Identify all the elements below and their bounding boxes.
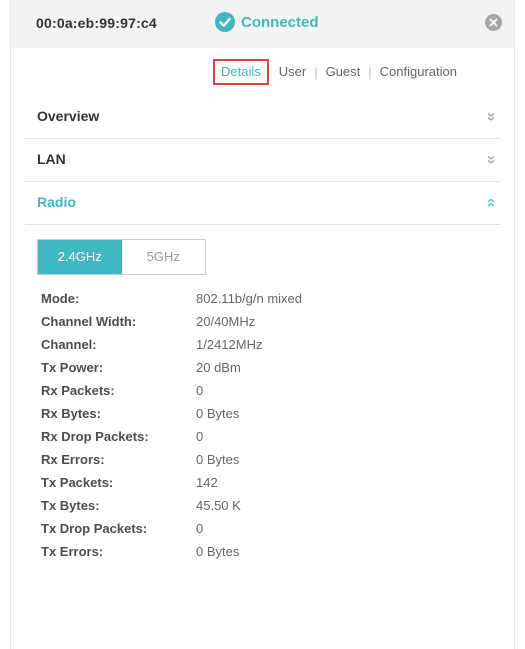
stat-label: Tx Packets: bbox=[41, 475, 114, 490]
stat-row: Tx Bytes: 45.50 K bbox=[41, 494, 302, 517]
radio-stats: Mode: 802.11b/g/n mixed Channel Width: 2… bbox=[41, 287, 302, 563]
stat-value: 0 bbox=[196, 383, 204, 398]
stat-row: Rx Errors: 0 Bytes bbox=[41, 448, 302, 471]
detail-tabs: Details User | Guest | Configuration bbox=[213, 59, 463, 85]
stat-value: 0 bbox=[196, 429, 204, 444]
double-chevron-up-icon bbox=[487, 198, 495, 207]
section-title-radio: Radio bbox=[37, 194, 76, 210]
stat-row: Tx Errors: 0 Bytes bbox=[41, 540, 302, 563]
band-5ghz-button[interactable]: 5GHz bbox=[121, 240, 205, 274]
close-icon[interactable] bbox=[485, 14, 502, 31]
mac-address: 00:0a:eb:99:97:c4 bbox=[36, 15, 157, 31]
section-title-overview: Overview bbox=[37, 108, 100, 124]
stat-value: 0 Bytes bbox=[196, 544, 240, 559]
stat-label: Channel Width: bbox=[41, 314, 137, 329]
stat-value: 0 bbox=[196, 521, 204, 536]
stat-label: Tx Power: bbox=[41, 360, 104, 375]
band-2-4ghz-button[interactable]: 2.4GHz bbox=[38, 240, 122, 274]
stat-value: 0 Bytes bbox=[196, 452, 240, 467]
status-label: Connected bbox=[241, 13, 319, 31]
tab-configuration[interactable]: Configuration bbox=[374, 61, 463, 83]
stat-label: Rx Packets: bbox=[41, 383, 115, 398]
tab-details[interactable]: Details bbox=[213, 59, 269, 85]
stat-label: Rx Drop Packets: bbox=[41, 429, 149, 444]
tab-separator: | bbox=[368, 64, 372, 80]
stat-label: Tx Errors: bbox=[41, 544, 104, 559]
stat-value: 802.11b/g/n mixed bbox=[196, 291, 302, 306]
section-title-lan: LAN bbox=[37, 151, 66, 167]
check-circle-icon bbox=[215, 12, 235, 32]
stat-row: Channel: 1/2412MHz bbox=[41, 333, 302, 356]
band-toggle: 2.4GHz 5GHz bbox=[37, 239, 206, 275]
tab-separator: | bbox=[314, 64, 318, 80]
section-overview[interactable]: Overview bbox=[25, 95, 501, 139]
stat-label: Mode: bbox=[41, 291, 80, 306]
stat-value: 20/40MHz bbox=[196, 314, 256, 329]
stat-label: Rx Errors: bbox=[41, 452, 105, 467]
tab-user[interactable]: User bbox=[273, 61, 312, 83]
stat-row: Rx Drop Packets: 0 bbox=[41, 425, 302, 448]
stat-label: Tx Drop Packets: bbox=[41, 521, 148, 536]
stat-value: 45.50 K bbox=[196, 498, 241, 513]
client-details-panel: 00:0a:eb:99:97:c4 Connected Details User… bbox=[10, 0, 515, 649]
stat-row: Rx Packets: 0 bbox=[41, 379, 302, 402]
connection-status: Connected bbox=[215, 12, 319, 32]
stat-row: Tx Packets: 142 bbox=[41, 471, 302, 494]
stat-row: Mode: 802.11b/g/n mixed bbox=[41, 287, 302, 310]
double-chevron-down-icon bbox=[487, 156, 495, 164]
stat-value: 1/2412MHz bbox=[196, 337, 263, 352]
stat-value: 142 bbox=[196, 475, 218, 490]
stat-label: Tx Bytes: bbox=[41, 498, 100, 513]
stat-value: 20 dBm bbox=[196, 360, 241, 375]
tab-guest[interactable]: Guest bbox=[320, 61, 367, 83]
stat-row: Tx Drop Packets: 0 bbox=[41, 517, 302, 540]
section-radio[interactable]: Radio bbox=[25, 181, 501, 225]
stat-value: 0 Bytes bbox=[196, 406, 240, 421]
panel-header: 00:0a:eb:99:97:c4 Connected bbox=[11, 0, 514, 48]
stat-row: Rx Bytes: 0 Bytes bbox=[41, 402, 302, 425]
stat-label: Rx Bytes: bbox=[41, 406, 101, 421]
double-chevron-down-icon bbox=[487, 113, 495, 121]
stat-row: Tx Power: 20 dBm bbox=[41, 356, 302, 379]
stat-label: Channel: bbox=[41, 337, 97, 352]
section-lan[interactable]: LAN bbox=[25, 138, 501, 182]
stat-row: Channel Width: 20/40MHz bbox=[41, 310, 302, 333]
